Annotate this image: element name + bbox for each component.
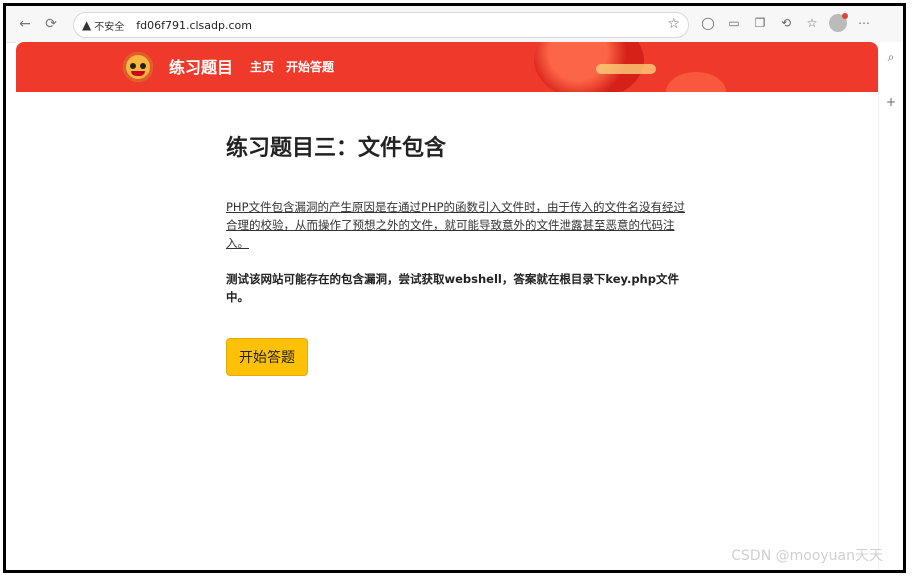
start-button[interactable]: 开始答题 — [226, 338, 308, 376]
plus-icon[interactable]: + — [886, 95, 896, 109]
logo-eye — [130, 63, 136, 69]
nav-item-home[interactable]: 主页 — [250, 58, 274, 75]
star-icon[interactable]: ☆ — [667, 16, 680, 32]
security-label: 不安全 — [94, 21, 125, 33]
address-bar[interactable]: ▲ 不安全 fd06f791.clsadp.com ☆ — [73, 12, 689, 38]
menu-icon[interactable]: ⋯ — [855, 14, 873, 32]
browser-sidebar: ⌕ + — [878, 42, 903, 570]
browser-toolbar: ← ⟳ ▲ 不安全 fd06f791.clsadp.com ☆ ◯ ▭ ❐ ⟲ … — [6, 6, 903, 43]
lantern-decoration-2 — [666, 72, 726, 92]
security-indicator[interactable]: ▲ 不安全 — [82, 18, 124, 33]
favorites-icon[interactable]: ☆ — [803, 14, 821, 32]
gold-decoration — [596, 64, 656, 74]
circle-icon[interactable]: ◯ — [699, 14, 717, 32]
extensions-icon[interactable]: ⟲ — [777, 14, 795, 32]
document-icon[interactable]: ▭ — [725, 14, 743, 32]
logo-mouth — [131, 71, 145, 76]
screenshot-frame: ← ⟳ ▲ 不安全 fd06f791.clsadp.com ☆ ◯ ▭ ❐ ⟲ … — [3, 3, 906, 573]
site-header: 练习题目 主页 开始答题 — [16, 42, 878, 92]
back-arrow-icon[interactable]: ← — [12, 11, 38, 37]
avatar — [829, 13, 848, 32]
nav-item-start[interactable]: 开始答题 — [286, 58, 334, 75]
search-icon[interactable]: ⌕ — [888, 50, 895, 65]
warning-icon: ▲ — [82, 18, 92, 32]
web-page: 练习题目 主页 开始答题 练习题目三：文件包含 PHP文件包含漏洞的产生原因是在… — [16, 42, 878, 570]
url-text[interactable]: fd06f791.clsadp.com — [136, 19, 252, 32]
watermark: CSDN @mooyuan天天 — [731, 548, 883, 564]
site-title[interactable]: 练习题目 — [169, 54, 233, 78]
reload-icon[interactable]: ⟳ — [38, 11, 64, 37]
logo-eye — [140, 63, 146, 69]
profile-avatar-icon[interactable] — [829, 13, 848, 32]
toolbar-icons: ◯ ▭ ❐ ⟲ ☆ ⋯ — [699, 13, 873, 32]
task-text: 测试该网站可能存在的包含漏洞，尝试获取webshell，答案就在根目录下key.… — [226, 272, 679, 304]
page-title: 练习题目三：文件包含 — [226, 136, 447, 161]
description-link[interactable]: PHP文件包含漏洞的产生原因是在通过PHP的函数引入文件时，由于传入的文件名没有… — [226, 198, 686, 252]
site-logo — [123, 52, 153, 82]
main-nav: 主页 开始答题 — [250, 58, 334, 75]
main-content: 练习题目三：文件包含 PHP文件包含漏洞的产生原因是在通过PHP的函数引入文件时… — [226, 130, 686, 376]
collections-icon[interactable]: ❐ — [751, 14, 769, 32]
